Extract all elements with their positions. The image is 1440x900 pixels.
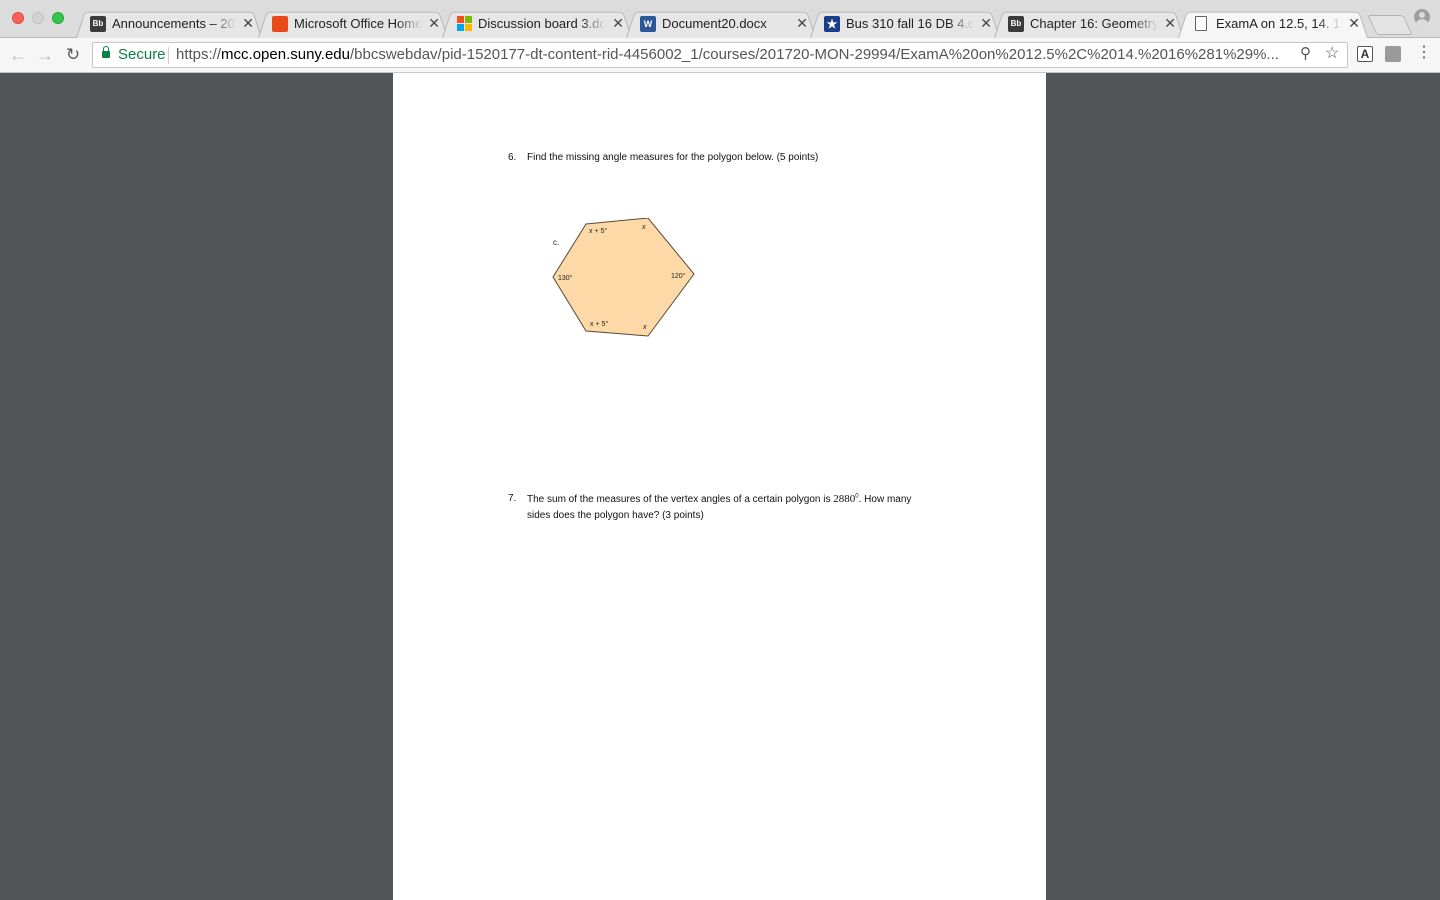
- tab-title: ExamA on 12.5, 14. 16: [1216, 16, 1343, 31]
- star-icon: ★: [824, 15, 840, 32]
- close-tab-icon[interactable]: ✕: [242, 15, 254, 32]
- question-7-text: The sum of the measures of the vertex an…: [527, 494, 831, 505]
- part-label: c.: [553, 238, 559, 247]
- close-window-button[interactable]: [12, 12, 24, 24]
- tab-exam-a[interactable]: ExamA on 12.5, 14. 16 ✕: [1178, 9, 1368, 38]
- angle-right: 120°: [671, 272, 686, 280]
- tab-bus-310[interactable]: ★ Bus 310 fall 16 DB 4.d ✕: [810, 9, 1000, 38]
- tab-announcements[interactable]: Bb Announcements – 201 ✕: [76, 9, 262, 38]
- close-tab-icon[interactable]: ✕: [1348, 15, 1360, 32]
- tab-document20[interactable]: W Document20.docx ✕: [626, 9, 816, 38]
- url-host: mcc.open.suny.edu: [221, 46, 350, 63]
- close-tab-icon[interactable]: ✕: [980, 15, 992, 32]
- pdf-viewer[interactable]: 6. Find the missing angle measures for t…: [0, 73, 1440, 900]
- angle-top-right: x: [641, 224, 646, 231]
- blackboard-icon: Bb: [1008, 15, 1024, 32]
- url-text[interactable]: https://mcc.open.suny.edu/bbcswebdav/pid…: [176, 43, 1279, 67]
- tab-discussion-board[interactable]: Discussion board 3.do ✕: [442, 9, 632, 38]
- blackboard-icon: Bb: [90, 15, 106, 32]
- tab-office-home[interactable]: Microsoft Office Home ✕: [258, 9, 448, 38]
- close-tab-icon[interactable]: ✕: [1164, 15, 1176, 32]
- question-7-value: 2880: [833, 493, 856, 505]
- tab-title: Discussion board 3.do: [478, 16, 607, 31]
- close-tab-icon[interactable]: ✕: [796, 15, 808, 32]
- question-7-line-1: The sum of the measures of the vertex an…: [527, 493, 911, 505]
- new-tab-button[interactable]: [1367, 15, 1413, 35]
- reload-button[interactable]: ↻: [62, 44, 84, 66]
- zoom-icon[interactable]: ⚲: [1300, 44, 1311, 62]
- tab-title: Announcements – 201: [112, 16, 237, 31]
- word-icon: W: [640, 15, 656, 32]
- tab-title: Bus 310 fall 16 DB 4.d: [846, 16, 975, 31]
- question-6-number: 6.: [508, 152, 517, 163]
- tab-chapter-16[interactable]: Bb Chapter 16: Geometry ✕: [994, 9, 1184, 38]
- minimize-window-button[interactable]: [32, 12, 44, 24]
- question-6-text: Find the missing angle measures for the …: [527, 152, 819, 163]
- extension-a-icon[interactable]: A: [1357, 46, 1373, 62]
- forward-button[interactable]: →: [34, 44, 56, 66]
- angle-left: 130°: [558, 274, 573, 282]
- question-7-number: 7.: [508, 493, 517, 504]
- question-7-text-after: . How many: [858, 494, 912, 505]
- close-tab-icon[interactable]: ✕: [612, 15, 624, 32]
- document-icon: [1195, 16, 1207, 31]
- bookmark-star-icon[interactable]: ☆: [1325, 43, 1339, 63]
- address-divider: [168, 47, 169, 64]
- lock-icon: [102, 46, 110, 58]
- secure-label[interactable]: Secure: [118, 43, 166, 67]
- menu-icon[interactable]: ⋮: [1416, 44, 1432, 62]
- pdf-page: 6. Find the missing angle measures for t…: [393, 73, 1046, 900]
- zoom-window-button[interactable]: [52, 12, 64, 24]
- question-7-line-2: sides does the polygon have? (3 points): [527, 510, 704, 521]
- tab-strip: Bb Announcements – 201 ✕ Microsoft Offic…: [0, 0, 1440, 38]
- angle-top-left: x + 5°: [589, 227, 607, 235]
- url-path: /bbcswebdav/pid-1520177-dt-content-rid-4…: [350, 46, 1279, 63]
- url-scheme: https://: [176, 46, 222, 63]
- angle-bottom-right: x: [642, 324, 647, 331]
- close-tab-icon[interactable]: ✕: [428, 15, 440, 32]
- extension-icon[interactable]: [1385, 46, 1401, 62]
- profile-icon[interactable]: [1414, 9, 1430, 25]
- address-bar[interactable]: Secure https://mcc.open.suny.edu/bbcsweb…: [92, 42, 1348, 68]
- microsoft-icon: [456, 16, 472, 31]
- tab-title: Microsoft Office Home: [294, 16, 423, 31]
- browser-toolbar: ← → ↻ Secure https://mcc.open.suny.edu/b…: [0, 38, 1440, 73]
- office-icon: [272, 15, 288, 32]
- tab-title: Document20.docx: [662, 16, 767, 31]
- angle-bottom-left: x + 5°: [590, 320, 608, 328]
- back-button[interactable]: ←: [7, 44, 29, 66]
- hexagon-figure: c. x + 5° x 130° 120° x + 5° x: [543, 217, 703, 348]
- tab-title: Chapter 16: Geometry: [1030, 16, 1159, 31]
